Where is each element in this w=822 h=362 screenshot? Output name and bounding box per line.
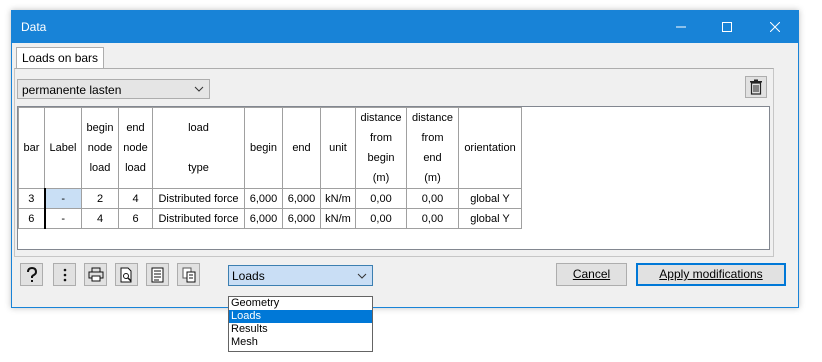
col-header[interactable]: distance from begin (m) [355,107,407,189]
col-header[interactable]: unit [320,107,356,189]
col-header[interactable]: begin node load [81,107,119,189]
table-cell[interactable]: 6,000 [282,208,321,229]
help-button[interactable] [20,263,43,286]
report-icon [151,267,164,282]
col-header[interactable]: end [282,107,321,189]
load-case-select[interactable]: permanente lasten [17,79,210,99]
table-cell[interactable]: kN/m [320,188,356,209]
col-header[interactable]: begin [244,107,283,189]
loads-table-container: bar Label begin node load end node load load… [17,106,770,250]
table-cell[interactable]: 6,000 [244,188,283,209]
table-header-row: bar Label begin node load end node load load… [18,107,522,189]
table-cell[interactable]: 4 [118,188,153,209]
col-header-line: (m) [372,172,390,184]
apply-modifications-button[interactable]: Apply modifications [636,263,786,286]
col-header[interactable]: orientation [458,107,522,189]
table-cell[interactable]: 6,000 [282,188,321,209]
view-select[interactable]: Loads [228,265,373,286]
print-button[interactable] [84,263,107,286]
window-title: Data [21,20,47,34]
dropdown-option-results[interactable]: Results [229,323,372,336]
table-cell[interactable]: - [44,208,82,229]
col-header-line: end [423,152,442,164]
col-header-line: bar [23,142,40,154]
col-header-line: from [370,132,392,144]
table-cell[interactable]: 4 [81,208,119,229]
copy-button[interactable] [177,263,200,286]
title-bar: Data [12,11,798,43]
maximize-button[interactable] [704,11,750,43]
cancel-label: Cancel [572,267,611,281]
chevron-down-icon [194,86,204,92]
table-cell[interactable]: 3 [18,188,46,209]
copy-icon [182,267,195,282]
maximize-icon [722,22,732,32]
col-header[interactable]: load type [152,107,245,189]
chevron-down-icon [357,273,367,279]
tab-loads-on-bars[interactable]: Loads on bars [16,47,105,69]
col-header[interactable]: bar [18,107,45,189]
col-header-line: node [123,142,148,154]
report-button[interactable] [146,263,169,286]
more-options-button[interactable] [53,263,76,286]
table-cell[interactable]: kN/m [320,208,356,229]
table-cell[interactable]: 0,00 [355,208,407,229]
more-icon [63,268,66,281]
help-icon [26,266,37,282]
minimize-icon [676,26,686,28]
col-header-line: type [188,162,209,174]
dropdown-option-mesh[interactable]: Mesh [229,336,372,349]
view-select-dropdown: Geometry Loads Results Mesh [228,296,373,352]
trash-icon [750,79,762,95]
dropdown-option-geometry[interactable]: Geometry [229,297,372,310]
col-header-line [153,138,244,158]
table-cell[interactable]: 0,00 [406,208,459,229]
col-header-line: orientation [464,142,516,154]
dropdown-option-loads[interactable]: Loads [229,310,372,323]
close-button[interactable] [752,11,798,43]
print-preview-icon [120,267,132,282]
apply-label: Apply modifications [659,267,763,281]
load-case-value: permanente lasten [22,83,122,97]
table-cell[interactable]: Distributed force [152,208,245,229]
table-cell[interactable]: global Y [458,208,522,229]
table-cell[interactable]: 6 [118,208,153,229]
loads-table: bar Label begin node load end node load load… [18,107,522,229]
col-header-line: begin [86,122,114,134]
table-cell[interactable]: 6,000 [244,208,283,229]
col-header[interactable]: Label [44,107,82,189]
minimize-button[interactable] [658,11,704,43]
col-header[interactable]: distance from end (m) [406,107,459,189]
col-header-line: begin [367,152,395,164]
view-select-value: Loads [232,269,265,283]
table-cell[interactable]: 0,00 [406,188,459,209]
col-header-line: unit [329,142,347,154]
col-header-line: from [421,132,444,144]
print-icon [88,267,103,282]
col-header-line: load [89,162,111,174]
col-header-line: begin [250,142,277,154]
col-header-line: node [87,142,113,154]
col-header-line: Label [49,142,77,154]
table-cell[interactable]: - [44,188,82,209]
print-preview-button[interactable] [115,263,138,286]
col-header-line: load [125,162,146,174]
table-row[interactable]: 3 - 2 4 Distributed force 6,000 6,000 kN… [18,188,522,209]
col-header-line: distance [360,112,402,124]
table-cell[interactable]: 2 [81,188,119,209]
col-header-line: distance [412,112,453,124]
table-row[interactable]: 6 - 4 6 Distributed force 6,000 6,000 kN… [18,208,522,229]
col-header[interactable]: end node load [118,107,153,189]
col-header-line: (m) [424,172,441,184]
cancel-button[interactable]: Cancel [556,263,627,286]
delete-button[interactable] [745,76,767,98]
table-cell[interactable]: 0,00 [355,188,407,209]
col-header-line: end [126,122,145,134]
table-cell[interactable]: global Y [458,188,522,209]
col-header-line: end [292,142,311,154]
table-cell[interactable]: Distributed force [152,188,245,209]
col-header-line: load [188,122,209,134]
table-cell[interactable]: 6 [18,208,46,229]
close-icon [770,22,780,32]
